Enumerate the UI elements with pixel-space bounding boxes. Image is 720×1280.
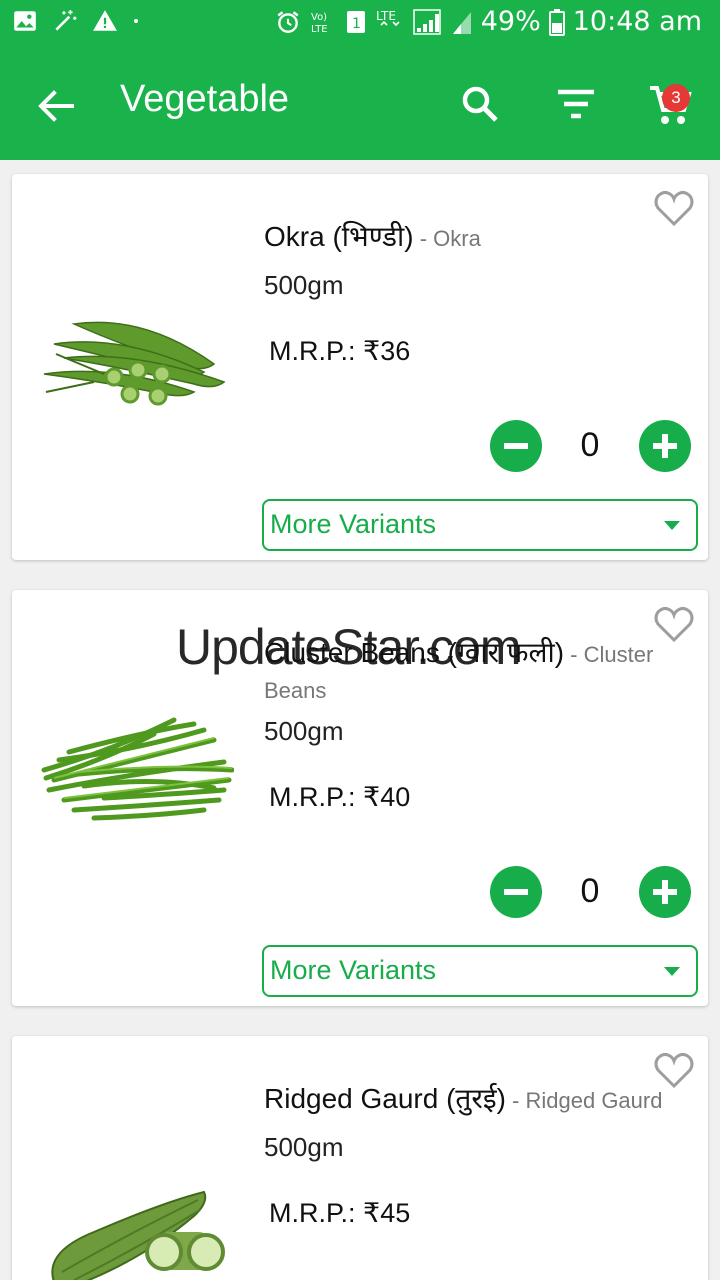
quantity-value: 0 <box>580 426 600 464</box>
product-weight: 500gm <box>264 1132 344 1162</box>
app-bar: Vegetable 3 <box>0 48 720 160</box>
back-arrow-icon[interactable] <box>32 82 80 130</box>
product-mrp: M.R.P.: ₹45 <box>269 1198 411 1228</box>
okra-image <box>43 321 226 406</box>
search-icon[interactable] <box>456 80 504 128</box>
svg-text:LTE: LTE <box>376 9 396 23</box>
signal-icon-2 <box>452 11 471 34</box>
plus-icon <box>653 434 677 458</box>
lte-icon: LTE <box>376 9 400 26</box>
svg-text:Vo): Vo) <box>311 12 327 23</box>
product-card[interactable]: Okra (भिण्डी) - Okra 500gm M.R.P.: ₹36 0… <box>12 174 708 560</box>
warning-icon <box>93 10 117 31</box>
product-weight: 500gm <box>264 270 344 300</box>
sim-icon: 1 <box>346 10 365 33</box>
quantity-value: 0 <box>580 872 600 910</box>
ridged-gourd-image <box>51 1190 225 1280</box>
product-weight: 500gm <box>264 716 344 746</box>
product-list: Okra (भिण्डी) - Okra 500gm M.R.P.: ₹36 0… <box>0 160 720 1280</box>
increase-button[interactable] <box>639 420 691 472</box>
product-name: Ridged Gaurd (तुरई) <box>264 1083 506 1114</box>
quantity-stepper: 0 <box>490 420 691 472</box>
alarm-icon <box>277 10 299 33</box>
product-card[interactable]: Ridged Gaurd (तुरई) - Ridged Gaurd 500gm… <box>12 1036 708 1280</box>
decrease-button[interactable] <box>490 866 542 918</box>
battery-icon <box>548 8 565 36</box>
cluster-beans-image <box>41 717 234 821</box>
more-variants-label: More Variants <box>270 509 437 539</box>
product-subname: Ridged Gaurd <box>525 1088 663 1113</box>
product-name-line: Okra (भिण्डी) - Okra <box>264 220 688 256</box>
image-icon <box>14 11 36 31</box>
decrease-button[interactable] <box>490 420 542 472</box>
product-name-line: Ridged Gaurd (तुरई) - Ridged Gaurd <box>264 1082 688 1118</box>
product-subname: Okra <box>433 226 481 251</box>
increase-button[interactable] <box>639 866 691 918</box>
volte-icon: Vo)LTE <box>311 12 328 35</box>
dropdown-arrow-icon <box>664 521 680 530</box>
more-variants-label: More Variants <box>270 955 437 985</box>
cart-count-badge: 3 <box>662 84 690 112</box>
signal-icon <box>412 8 441 35</box>
battery-percent: 49% <box>480 6 541 37</box>
dropdown-arrow-icon <box>664 967 680 976</box>
status-time: 10:48 am <box>572 6 702 37</box>
minus-icon <box>504 443 528 449</box>
product-name: Okra (भिण्डी) <box>264 221 414 252</box>
status-bar: Vo) LTE 1 LTE 49% 10:48 am <box>0 0 720 48</box>
product-separator: - <box>564 642 584 667</box>
watermark: UpdateStar.com <box>176 619 522 675</box>
product-separator: - <box>413 226 434 251</box>
product-mrp: M.R.P.: ₹36 <box>269 336 411 366</box>
quantity-stepper: 0 <box>490 866 691 918</box>
product-separator: - <box>505 1088 526 1113</box>
magic-wand-icon <box>55 10 77 31</box>
svg-text:LTE: LTE <box>311 24 328 35</box>
dot-icon <box>134 19 138 23</box>
page-title: Vegetable <box>120 78 290 120</box>
more-variants-dropdown[interactable]: More Variants <box>262 499 698 551</box>
minus-icon <box>504 889 528 895</box>
svg-text:1: 1 <box>352 16 361 32</box>
product-mrp: M.R.P.: ₹40 <box>269 782 411 812</box>
filter-icon[interactable] <box>552 80 600 128</box>
more-variants-dropdown[interactable]: More Variants <box>262 945 698 997</box>
plus-icon <box>653 880 677 904</box>
